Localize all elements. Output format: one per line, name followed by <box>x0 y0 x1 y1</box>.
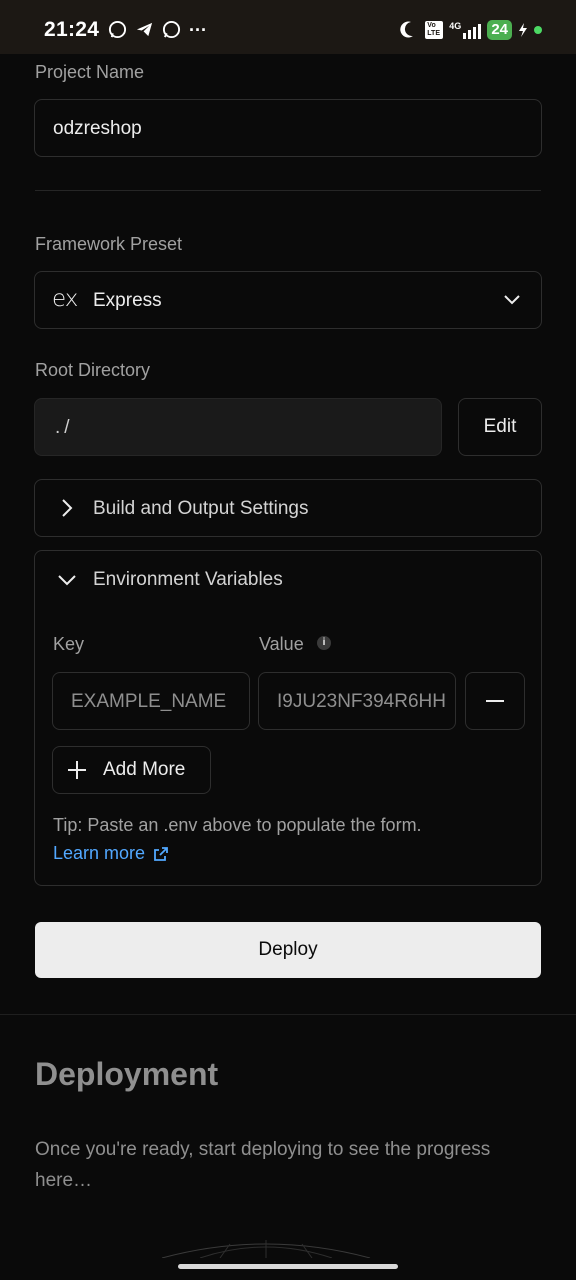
moon-icon <box>400 21 414 38</box>
build-output-settings-label: Build and Output Settings <box>93 498 309 519</box>
gesture-navigation-bar[interactable] <box>178 1264 398 1269</box>
privacy-indicator-dot <box>534 26 542 34</box>
status-bar: 21:24 ··· Vo LTE 4G 24 <box>0 0 576 54</box>
4g-signal-icon: 4G <box>449 21 482 39</box>
environment-variables-label[interactable]: Environment Variables <box>93 569 283 591</box>
more-dots-icon: ··· <box>189 19 207 40</box>
env-key-input[interactable]: EXAMPLE_NAME <box>52 672 250 730</box>
section-divider <box>0 1014 576 1015</box>
minus-icon <box>486 700 504 702</box>
section-divider <box>35 190 541 191</box>
root-directory-label: Root Directory <box>35 360 151 380</box>
deployment-description-line2: here… <box>35 1170 93 1191</box>
whatsapp-icon <box>162 20 181 39</box>
add-more-button[interactable]: Add More <box>52 746 211 794</box>
deployment-title: Deployment <box>35 1056 219 1092</box>
edit-root-directory-button[interactable]: Edit <box>458 398 542 456</box>
globe-illustration <box>161 1240 371 1258</box>
chevron-right-icon <box>62 499 73 517</box>
volte-icon: Vo LTE <box>425 21 444 39</box>
project-name-value: odzreshop <box>53 118 142 139</box>
battery-icon: 24 <box>487 20 512 40</box>
learn-more-link[interactable]: Learn more <box>53 843 169 864</box>
environment-variables-panel: Environment Variables Key Value i EXAMPL… <box>34 550 542 886</box>
env-tip-text: Tip: Paste an .env above to populate the… <box>53 815 422 835</box>
env-value-placeholder: I9JU23NF394R6HH <box>277 691 446 712</box>
remove-env-row-button[interactable] <box>465 672 525 730</box>
framework-preset-select[interactable]: ex Express <box>34 271 542 329</box>
info-icon[interactable]: i <box>317 636 331 650</box>
chevron-down-icon <box>504 295 520 305</box>
project-name-label: Project Name <box>35 62 145 82</box>
external-link-icon <box>154 846 168 861</box>
learn-more-label: Learn more <box>53 843 146 863</box>
build-output-settings-toggle[interactable]: Build and Output Settings <box>34 479 542 537</box>
network-type-label: 4G <box>449 21 462 31</box>
framework-preset-value: Express <box>93 290 162 311</box>
deploy-button[interactable]: Deploy <box>35 922 541 978</box>
env-key-header: Key <box>53 634 85 654</box>
env-value-input[interactable]: I9JU23NF394R6HH <box>258 672 456 730</box>
express-logo-icon: ex <box>52 286 78 312</box>
project-name-input[interactable]: odzreshop <box>34 99 542 157</box>
charging-icon <box>519 23 527 37</box>
whatsapp-business-icon <box>108 20 127 39</box>
chevron-down-icon[interactable] <box>57 573 77 587</box>
telegram-icon <box>136 22 153 37</box>
add-more-label: Add More <box>103 759 186 780</box>
plus-icon <box>68 761 86 779</box>
env-key-placeholder: EXAMPLE_NAME <box>71 691 227 712</box>
framework-preset-label: Framework Preset <box>35 234 183 254</box>
root-directory-input[interactable]: ./ <box>34 398 442 456</box>
deployment-description-line1: Once you're ready, start deploying to se… <box>35 1139 491 1160</box>
env-value-header: Value <box>259 634 304 654</box>
status-time: 21:24 <box>44 18 100 41</box>
root-directory-value: ./ <box>55 417 74 438</box>
